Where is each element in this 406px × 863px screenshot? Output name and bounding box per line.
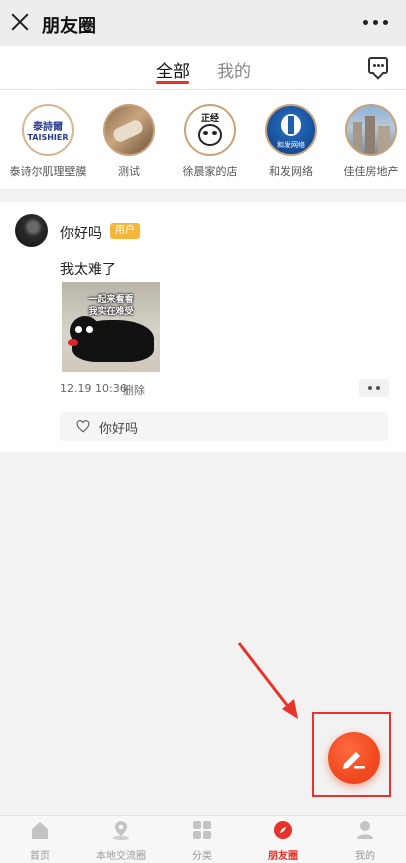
home-icon xyxy=(32,822,48,839)
store-avatar: 和发网络 xyxy=(265,104,317,156)
store-label: 泰诗尔肌理壁膜 xyxy=(9,165,87,178)
tab-active-indicator xyxy=(156,81,189,84)
nav-local[interactable]: 本地交流圈 xyxy=(81,816,161,863)
store-item-hefa[interactable]: 和发网络 和发网络 xyxy=(251,104,331,179)
store-label: 徐晨家的店 xyxy=(182,165,238,178)
nav-label: 朋友圈 xyxy=(268,851,298,862)
page-title: 朋友圈 xyxy=(42,16,96,37)
nav-label: 首页 xyxy=(30,851,50,862)
user-badge: 用户 xyxy=(110,223,140,239)
likes-box: 你好吗 xyxy=(60,412,388,441)
message-icon[interactable] xyxy=(368,57,388,74)
post-image[interactable]: 一起来看看 我实在难受 xyxy=(62,282,160,372)
store-item-jiajia[interactable]: 佳佳房地产 xyxy=(331,104,406,179)
store-label: 测试 xyxy=(118,165,140,178)
store-avatar: 正经 xyxy=(184,104,236,156)
tab-all[interactable]: 全部 xyxy=(156,57,190,82)
compass-icon xyxy=(274,821,292,839)
more-options-icon[interactable] xyxy=(363,20,388,25)
store-avatar xyxy=(103,104,155,156)
nav-label: 分类 xyxy=(192,851,212,862)
store-item-test[interactable]: 测试 xyxy=(89,104,169,179)
store-avatar: 泰詩爾 TAISHIER xyxy=(22,104,74,156)
image-caption-line: 我实在难受 xyxy=(88,307,134,317)
bottom-nav: 首页 本地交流圈 分类 朋友圈 我的 xyxy=(0,815,406,863)
edit-icon xyxy=(343,752,365,769)
user-icon xyxy=(357,821,373,839)
close-icon[interactable] xyxy=(10,12,30,32)
like-username[interactable]: 你好吗 xyxy=(99,418,138,437)
comment-menu-button[interactable] xyxy=(359,379,389,397)
tab-bar: 全部 我的 xyxy=(0,46,406,90)
post-username[interactable]: 你好吗 xyxy=(60,223,102,243)
store-label: 佳佳房地产 xyxy=(343,165,399,178)
post-text: 我太难了 xyxy=(60,262,116,278)
nav-label: 我的 xyxy=(355,851,375,862)
store-item-taishier[interactable]: 泰詩爾 TAISHIER 泰诗尔肌理壁膜 xyxy=(8,104,88,179)
store-item-xuchen[interactable]: 正经 徐晨家的店 xyxy=(170,104,250,179)
annotation-arrow xyxy=(237,642,298,719)
post-card: 你好吗 用户 我太难了 一起来看看 我实在难受 12.19 10:36 删除 你… xyxy=(0,202,406,452)
nav-label: 本地交流圈 xyxy=(96,851,146,862)
nav-home[interactable]: 首页 xyxy=(0,816,80,863)
post-time: 12.19 10:36 xyxy=(60,382,127,395)
category-grid-icon xyxy=(193,821,211,839)
top-bar: 朋友圈 xyxy=(0,0,406,46)
heart-icon xyxy=(76,420,90,433)
nav-moments[interactable]: 朋友圈 xyxy=(243,816,323,863)
store-avatar xyxy=(345,104,397,156)
nav-category[interactable]: 分类 xyxy=(162,816,242,863)
avatar[interactable] xyxy=(15,214,48,247)
tab-mine[interactable]: 我的 xyxy=(217,57,251,82)
location-icon xyxy=(113,821,129,841)
delete-button[interactable]: 删除 xyxy=(123,382,145,398)
store-label: 和发网络 xyxy=(269,165,313,178)
store-list: 泰詩爾 TAISHIER 泰诗尔肌理壁膜 测试 正经 徐晨家的店 和发网络 和发… xyxy=(0,90,406,190)
nav-mine[interactable]: 我的 xyxy=(325,816,405,863)
